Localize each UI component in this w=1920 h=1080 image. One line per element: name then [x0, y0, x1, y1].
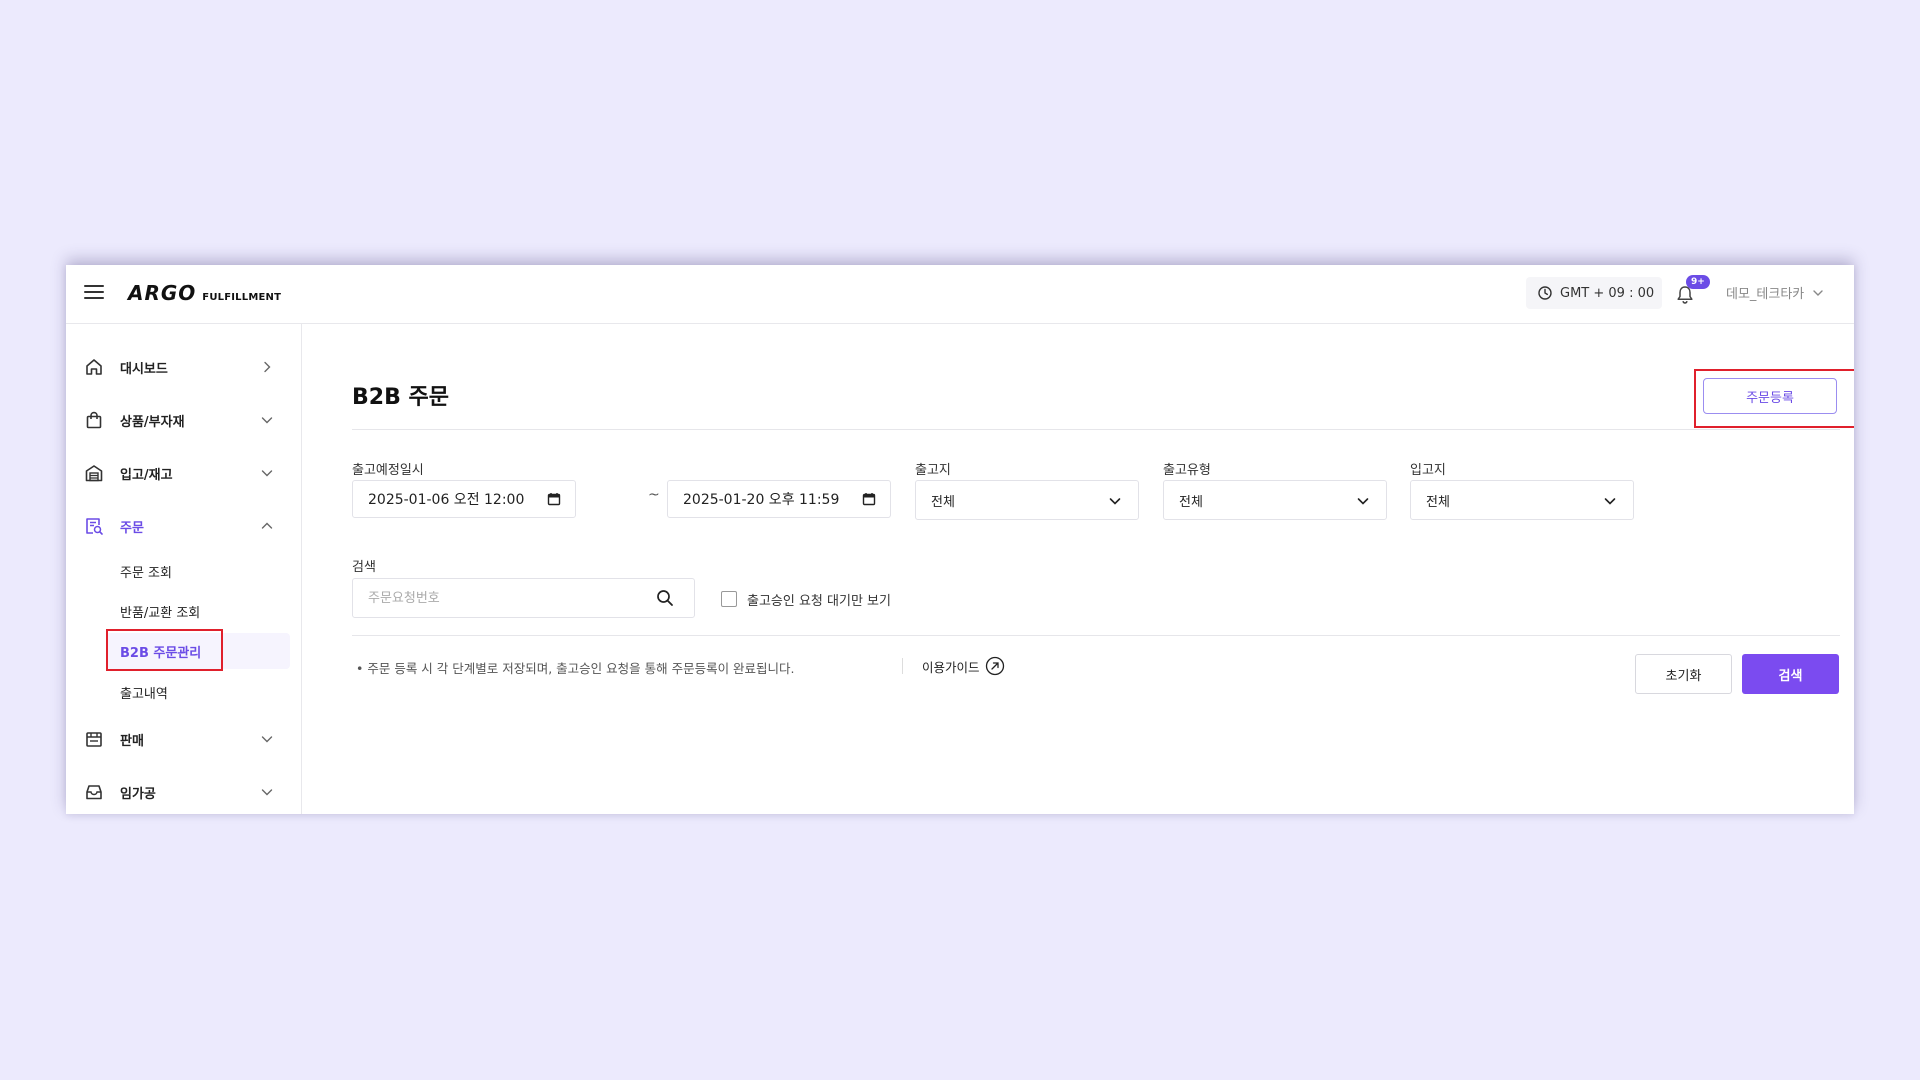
date-separator: ~ [648, 487, 660, 503]
search-button[interactable]: 검색 [1742, 654, 1839, 694]
approval-pending-checkbox[interactable] [721, 591, 737, 607]
sidebar-subitem-return-exchange[interactable]: 반품/교환 조회 [106, 593, 290, 629]
sidebar-subitem-b2b-order-management[interactable]: B2B 주문관리 [106, 633, 290, 669]
notification-badge: 9+ [1686, 275, 1710, 289]
main-content: B2B 주문 주문등록 출고예정일시 2025-01-06 오전 12:00 ~… [303, 324, 1854, 814]
user-menu[interactable]: 데모_테크타카 [1726, 283, 1824, 302]
chevron-right-icon [264, 361, 271, 373]
chevron-down-icon [1109, 498, 1121, 505]
shipment-type-value: 전체 [1179, 494, 1203, 510]
shipment-type-select[interactable]: 전체 [1163, 480, 1387, 520]
user-name: 데모_테크타카 [1726, 287, 1805, 302]
sidebar-item-products[interactable]: 상품/부자재 [66, 400, 302, 440]
logo[interactable]: ARGO FULFILLMENT [128, 281, 281, 305]
sidebar-item-label: 판매 [120, 733, 144, 749]
sidebar-item-label: 주문 [120, 520, 144, 536]
sidebar-item-label: 대시보드 [120, 361, 168, 377]
store-icon [86, 732, 102, 747]
chevron-down-icon [261, 736, 273, 743]
inbox-icon [86, 785, 102, 800]
top-header: ARGO FULFILLMENT GMT + 09 : 00 9+ 데모_테크타… [66, 265, 1854, 324]
logo-main-text: ARGO [128, 281, 197, 305]
hamburger-menu-icon[interactable] [84, 285, 104, 303]
sidebar-item-sales[interactable]: 판매 [66, 719, 302, 759]
chevron-down-icon [261, 789, 273, 796]
sidebar-item-orders[interactable]: 주문 [66, 506, 302, 546]
reset-button[interactable]: 초기화 [1635, 654, 1732, 694]
date-from-value: 2025-01-06 오전 12:00 [368, 492, 525, 508]
search-input[interactable] [352, 578, 695, 618]
sidebar-subitem-shipment-history[interactable]: 출고내역 [106, 674, 290, 710]
title-divider [352, 429, 1840, 430]
destination-select-value: 전체 [1426, 494, 1450, 510]
sidebar-subitem-order-lookup[interactable]: 주문 조회 [106, 553, 290, 589]
register-order-button[interactable]: 주문등록 [1703, 378, 1837, 414]
calendar-icon[interactable] [862, 492, 876, 506]
sidebar-item-label: 상품/부자재 [120, 414, 185, 430]
page-title: B2B 주문 [352, 385, 449, 410]
sidebar-item-processing[interactable]: 임가공 [66, 772, 302, 812]
timezone-text: GMT + 09 : 00 [1560, 285, 1655, 301]
search-icon[interactable] [656, 589, 674, 607]
origin-select-value: 전체 [931, 494, 955, 510]
date-range-label: 출고예정일시 [352, 463, 424, 478]
chevron-down-icon [261, 470, 273, 477]
sidebar-item-dashboard[interactable]: 대시보드 [66, 347, 302, 387]
logo-sub-text: FULFILLMENT [202, 292, 282, 303]
calendar-icon[interactable] [547, 492, 561, 506]
sidebar-item-label: 입고/재고 [120, 467, 173, 483]
filter-divider [352, 635, 1840, 636]
search-label: 검색 [352, 560, 376, 575]
chevron-down-icon [261, 417, 273, 424]
chevron-down-icon [1813, 289, 1823, 296]
chevron-up-icon [261, 522, 273, 529]
order-search-icon [86, 518, 103, 535]
destination-label: 입고지 [1410, 463, 1446, 478]
destination-select[interactable]: 전체 [1410, 480, 1634, 520]
chevron-down-icon [1604, 498, 1616, 505]
approval-pending-checkbox-label[interactable]: 출고승인 요청 대기만 보기 [747, 590, 891, 609]
sidebar-item-inbound-inventory[interactable]: 입고/재고 [66, 453, 302, 493]
sidebar: 대시보드 상품/부자재 입고/재고 주문 주문 조회 반품/교환 조회 B2B … [66, 324, 302, 814]
home-icon [86, 359, 102, 375]
notice-text: • 주문 등록 시 각 단계별로 저장되며, 출고승인 요청을 통해 주문등록이… [356, 661, 795, 676]
shipment-type-label: 출고유형 [1163, 463, 1211, 478]
date-from-input[interactable]: 2025-01-06 오전 12:00 [352, 480, 576, 518]
origin-select[interactable]: 전체 [915, 480, 1139, 520]
external-link-circle-icon [985, 656, 1004, 676]
clock-icon [1538, 286, 1552, 300]
usage-guide-link[interactable]: 이용가이드 [922, 656, 1005, 676]
shopping-bag-icon [86, 411, 102, 429]
notice-separator [902, 658, 903, 674]
usage-guide-label: 이용가이드 [922, 659, 980, 675]
notification-button[interactable]: 9+ [1674, 275, 1710, 309]
sidebar-item-label: 임가공 [120, 786, 156, 802]
chevron-down-icon [1357, 498, 1369, 505]
app-window: ARGO FULFILLMENT GMT + 09 : 00 9+ 데모_테크타… [66, 265, 1854, 814]
timezone-chip[interactable]: GMT + 09 : 00 [1526, 277, 1662, 309]
origin-label: 출고지 [915, 463, 951, 478]
warehouse-icon [85, 465, 103, 482]
date-to-input[interactable]: 2025-01-20 오후 11:59 [667, 480, 891, 518]
date-to-value: 2025-01-20 오후 11:59 [683, 492, 840, 508]
